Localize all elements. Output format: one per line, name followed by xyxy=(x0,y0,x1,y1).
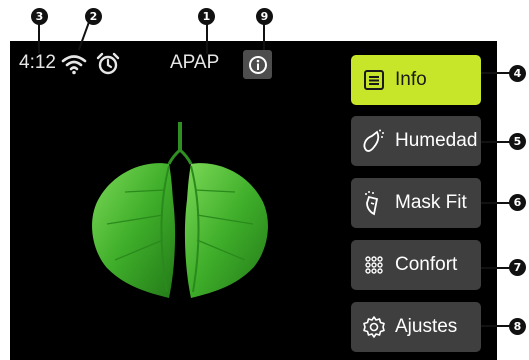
callout-5: 5 xyxy=(509,133,526,150)
callout-leader-8 xyxy=(481,325,510,327)
callout-leader-1 xyxy=(206,24,208,54)
grid-icon xyxy=(361,252,387,278)
callout-leader-9 xyxy=(263,24,265,50)
mask-fit-menu-label: Mask Fit xyxy=(395,192,467,213)
info-menu-button[interactable]: Info xyxy=(351,55,481,105)
list-icon xyxy=(361,67,387,93)
humedad-menu-label: Humedad xyxy=(395,130,478,151)
callout-4: 4 xyxy=(509,65,526,82)
ajustes-menu-button[interactable]: Ajustes xyxy=(351,302,481,352)
callout-8: 8 xyxy=(509,318,526,335)
humedad-menu-button[interactable]: Humedad xyxy=(351,116,481,166)
callout-7: 7 xyxy=(509,259,526,276)
clock-time: 4:12 xyxy=(19,52,56,73)
alarm-clock-icon xyxy=(95,51,121,77)
humidifier-icon xyxy=(361,128,387,154)
confort-menu-label: Confort xyxy=(395,254,458,275)
callout-6: 6 xyxy=(509,194,526,211)
mask-icon xyxy=(361,190,387,216)
confort-menu-button[interactable]: Confort xyxy=(351,240,481,290)
lungs-leaves-image xyxy=(85,120,275,300)
info-circle-icon xyxy=(248,55,267,74)
info-menu-label: Info xyxy=(395,69,427,90)
therapy-mode: APAP xyxy=(170,52,220,73)
callout-3: 3 xyxy=(31,8,48,25)
wifi-icon xyxy=(61,53,87,75)
ajustes-menu-label: Ajustes xyxy=(395,316,458,337)
callout-leader-4 xyxy=(481,72,510,74)
callout-leader-5 xyxy=(481,141,510,143)
callout-leader-7 xyxy=(481,267,510,269)
info-button[interactable] xyxy=(243,50,272,79)
callout-2: 2 xyxy=(85,8,102,25)
callout-1: 1 xyxy=(198,8,215,25)
gear-icon xyxy=(361,314,387,340)
callout-leader-6 xyxy=(481,202,510,204)
callout-9: 9 xyxy=(256,8,273,25)
callout-leader-3 xyxy=(38,23,40,53)
mask-fit-menu-button[interactable]: Mask Fit xyxy=(351,178,481,228)
